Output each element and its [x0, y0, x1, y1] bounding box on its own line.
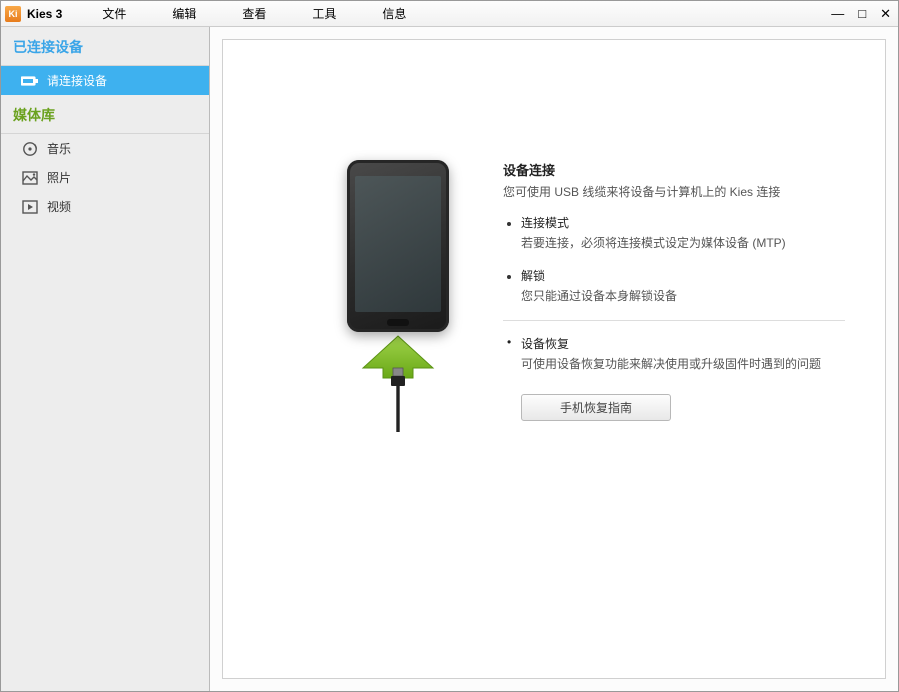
app-title: Kies 3 [27, 7, 62, 21]
usb-arrow-icon [355, 334, 441, 437]
sidebar-item-videos[interactable]: 视频 [1, 192, 209, 221]
sidebar-item-connect-device[interactable]: 请连接设备 [1, 66, 209, 95]
close-button[interactable]: ✕ [877, 6, 894, 22]
app-icon: Ki [5, 6, 21, 22]
main-panel: 设备连接 您可使用 USB 线缆来将设备与计算机上的 Kies 连接 连接模式 … [222, 39, 886, 679]
menu-view[interactable]: 查看 [242, 5, 266, 22]
sidebar-item-music[interactable]: 音乐 [1, 134, 209, 163]
divider [503, 320, 845, 321]
sidebar-header-library: 媒体库 [1, 95, 209, 134]
menu-bar: Ki Kies 3 文件 编辑 查看 工具 信息 — □ ✕ [1, 1, 898, 27]
connect-bullets: 连接模式 若要连接，必须将连接模式设定为媒体设备 (MTP) 解锁 您只能通过设… [503, 214, 845, 304]
sidebar-item-label: 照片 [47, 169, 71, 186]
phone-body-icon [347, 160, 449, 332]
connect-subtitle: 您可使用 USB 线缆来将设备与计算机上的 Kies 连接 [503, 183, 845, 200]
sidebar: 已连接设备 请连接设备 媒体库 音乐 [1, 27, 210, 691]
recovery-guide-button[interactable]: 手机恢复指南 [521, 394, 671, 421]
phone-illustration [323, 160, 473, 437]
photo-icon [21, 171, 39, 185]
connect-title: 设备连接 [503, 160, 845, 179]
sidebar-item-label: 请连接设备 [47, 72, 107, 89]
sidebar-item-photos[interactable]: 照片 [1, 163, 209, 192]
device-icon [21, 74, 39, 88]
sidebar-header-connected: 已连接设备 [1, 27, 209, 66]
menu-info[interactable]: 信息 [382, 5, 406, 22]
menu-edit[interactable]: 编辑 [172, 5, 196, 22]
minimize-button[interactable]: — [828, 6, 847, 22]
bullet-desc: 您只能通过设备本身解锁设备 [521, 287, 845, 304]
info-column: 设备连接 您可使用 USB 线缆来将设备与计算机上的 Kies 连接 连接模式 … [473, 160, 845, 437]
main-area: 设备连接 您可使用 USB 线缆来将设备与计算机上的 Kies 连接 连接模式 … [210, 27, 898, 691]
menu-file[interactable]: 文件 [102, 5, 126, 22]
content: 已连接设备 请连接设备 媒体库 音乐 [1, 27, 898, 691]
bullet-title: 连接模式 [521, 214, 845, 231]
window-controls: — □ ✕ [828, 6, 894, 22]
recover-title: 设备恢复 [521, 335, 845, 352]
bullet-unlock: 解锁 您只能通过设备本身解锁设备 [521, 267, 845, 304]
sidebar-item-label: 音乐 [47, 140, 71, 157]
maximize-button[interactable]: □ [855, 6, 869, 22]
bullet-title: 解锁 [521, 267, 845, 284]
music-icon [21, 142, 39, 156]
recover-desc: 可使用设备恢复功能来解决使用或升级固件时遇到的问题 [521, 355, 845, 372]
bullet-connection-mode: 连接模式 若要连接，必须将连接模式设定为媒体设备 (MTP) [521, 214, 845, 251]
sidebar-item-label: 视频 [47, 198, 71, 215]
bullet-desc: 若要连接，必须将连接模式设定为媒体设备 (MTP) [521, 234, 845, 251]
video-icon [21, 200, 39, 214]
connect-row: 设备连接 您可使用 USB 线缆来将设备与计算机上的 Kies 连接 连接模式 … [323, 160, 845, 437]
menu-tools[interactable]: 工具 [312, 5, 336, 22]
